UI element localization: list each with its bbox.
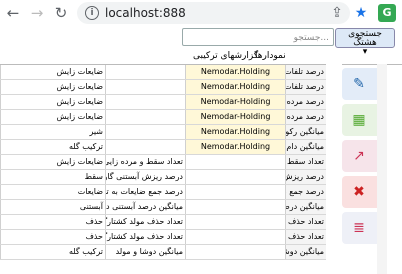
table-cell-c1: ضایعات زایش	[0, 110, 105, 124]
table-cell-c1: ضایعات زایش	[0, 155, 105, 169]
table-row[interactable]: حذفتعداد حذف مولد کشتارگاهی به تفکیک تعدا…	[0, 215, 326, 230]
table-icon: ▦	[352, 112, 366, 128]
table-row[interactable]: ضایعات زایش تعداد سقط و مرده زایی تعداد سق…	[0, 155, 326, 170]
table-cell-c4: درصد جمع ضایعات	[285, 185, 326, 199]
table-cell-c3	[185, 215, 285, 229]
sidebar-edit-button[interactable]: ✎	[342, 68, 377, 100]
table-cell-c2	[105, 140, 185, 154]
table-cell-c1: ترکیب گله	[0, 140, 105, 154]
extension-icon[interactable]: G	[378, 4, 396, 22]
url-text[interactable]: localhost:888	[105, 6, 186, 20]
table-row[interactable]: ترکیب گلهمیانگین دوشا و مولدمیانگین دوشا…	[0, 245, 326, 260]
table-cell-c3: Nemodar.Holding	[185, 140, 285, 154]
back-icon[interactable]: ←	[4, 4, 22, 22]
table-cell-c3	[185, 200, 285, 214]
table-cell-c2: درصد جمع ضایعات به تفکیک ماه	[105, 185, 185, 199]
sidebar-table-button[interactable]: ▦	[342, 104, 377, 136]
table-cell-c1: حذف	[0, 230, 105, 244]
table-cell-c3: Nemodar-Holding	[185, 95, 285, 109]
table-cell-c4: میانگین دام مولد	[285, 140, 326, 154]
table-cell-c3: Nemodar.Holding	[185, 65, 285, 79]
table-cell-c1: ضایعات زایش	[0, 80, 105, 94]
table-row[interactable]: ضایعات زایش Nemodar.Holdingدرصد تلفات زای…	[0, 80, 326, 95]
table-cell-c1: آبستنی	[0, 200, 105, 214]
table-cell-c1: شیر	[0, 125, 105, 139]
table-cell-c3: Nemodar-Holding	[185, 110, 285, 124]
table-cell-c1: ضایعات زایش	[0, 95, 105, 109]
table-cell-c2: تعداد حذف مولد کشتارگاهی ماهیانه	[105, 230, 185, 244]
table-cell-c4: میانگین رکورد دام م	[285, 125, 326, 139]
table-cell-c2	[105, 80, 185, 94]
table-cell-c2	[105, 125, 185, 139]
table-cell-c4: درصد تلفات زایی تا	[285, 65, 326, 79]
table-cell-c4: تعداد حذف مولد کشت	[285, 230, 326, 244]
table-row[interactable]: سقطدرصد ریزش آبستنی گاو درصد ریزش آبستنی	[0, 170, 326, 185]
table-cell-c3	[185, 245, 285, 259]
table-row[interactable]: شیر Nemodar.Holdingمیانگین رکورد دام م	[0, 125, 326, 140]
table-cell-c4: درصد مرده زایی تا	[285, 110, 326, 124]
table-cell-c1: حذف	[0, 215, 105, 229]
table-cell-c2: تعداد حذف مولد کشتارگاهی به تفکیک	[105, 215, 185, 229]
table-cell-c3	[185, 185, 285, 199]
table-row[interactable]: ضایعات زایش Nemodar-Holdingدرصد مرده زایی…	[0, 110, 326, 125]
table-row[interactable]: ضایعاتدرصد جمع ضایعات به تفکیک ماه درصد ج…	[0, 185, 326, 200]
menu-item-combined-reports[interactable]: گزارشهای ترکیبی	[193, 51, 258, 61]
layers-icon: ≣	[353, 220, 365, 236]
hashtag-search-button[interactable]: جستجوی هشتگ ▾	[335, 28, 395, 57]
table-cell-c3: Nemodar.Holding	[185, 125, 285, 139]
table-cell-c3: Nemodar.Holding	[185, 80, 285, 94]
edit-icon: ✎	[353, 76, 365, 92]
table-cell-c2: تعداد سقط و مرده زایی	[105, 155, 185, 169]
table-row[interactable]: ضایعات زایش Nemodar-Holdingدرصد مرده زایی…	[0, 95, 326, 110]
star-icon[interactable]: ★	[352, 4, 370, 22]
scrollbar[interactable]	[377, 64, 387, 274]
table-cell-c4: درصد مرده زایی تا	[285, 95, 326, 109]
forward-icon[interactable]: →	[28, 4, 46, 22]
table-cell-c2: درصد ریزش آبستنی گاو	[105, 170, 185, 184]
table-cell-c1: سقط	[0, 170, 105, 184]
hashtag-search-label: جستجوی هشتگ	[348, 29, 382, 48]
table-cell-c2: میانگین دوشا و مولد	[105, 245, 185, 259]
sidebar-layers-button[interactable]: ≣	[342, 212, 377, 244]
table-gap	[326, 64, 342, 274]
table-cell-c2	[105, 95, 185, 109]
share-icon[interactable]: ⇪	[328, 4, 346, 22]
table-cell-c2	[105, 110, 185, 124]
report-table: ضایعات زایشNemodar.Holdingدرصد تلفات زای…	[0, 65, 326, 274]
chart-icon: ↗	[353, 148, 365, 164]
table-cell-c1: ترکیب گله	[0, 245, 105, 259]
table-row[interactable]: حذفتعداد حذف مولد کشتارگاهی ماهیانه تعداد…	[0, 230, 326, 245]
menu-item-charts[interactable]: نمودارها	[255, 51, 286, 61]
action-sidebar: ✎ ▦ ↗ ✖ ≣	[342, 64, 377, 274]
table-cell-c3	[185, 170, 285, 184]
table-cell-c3	[185, 230, 285, 244]
table-cell-c3	[185, 155, 285, 169]
table-cell-c4: تعداد حذف مولد کشت	[285, 215, 326, 229]
table-row[interactable]: آبستنیمیانگین درصد آبستنی دوشا و مولد ما…	[0, 200, 326, 215]
table-cell-c2	[105, 65, 185, 79]
table-cell-c1: ضایعات زایش	[0, 65, 105, 79]
sidebar-chart-button[interactable]: ↗	[342, 140, 377, 172]
sidebar-delete-button[interactable]: ✖	[342, 176, 377, 208]
menu-bar: نمودارها گزارشهای ترکیبی	[0, 50, 402, 65]
delete-icon: ✖	[353, 184, 365, 200]
table-cell-c1: ضایعات	[0, 185, 105, 199]
table-cell-c4: میانگین دوشا و مولد	[285, 245, 326, 259]
address-bar[interactable]: i localhost:888	[77, 2, 350, 24]
search-input[interactable]: جستجو...	[182, 28, 334, 46]
table-cell-c2: میانگین درصد آبستنی دوشا و مولد ماهیانه	[105, 200, 185, 214]
app-toolbar: جستجو... جستجوی هشتگ ▾	[0, 28, 402, 57]
info-icon[interactable]: i	[85, 6, 99, 20]
table-cell-c4: تعداد سقط و مرده زا	[285, 155, 326, 169]
browser-toolbar: ← → ↻ i localhost:888 ⇪ ★ G	[0, 0, 402, 29]
reload-icon[interactable]: ↻	[52, 4, 70, 22]
table-cell-c4: درصد تلفات زایی تا	[285, 80, 326, 94]
table-row[interactable]: ضایعات زایش Nemodar.Holdingدرصد تلفات زای…	[0, 65, 326, 80]
table-cell-c4: درصد ریزش آبستنی	[285, 170, 326, 184]
table-cell-c4: میانگین درصد آبستنی	[285, 200, 326, 214]
table-row[interactable]: ترکیب گله Nemodar.Holdingمیانگین دام مولد	[0, 140, 326, 155]
